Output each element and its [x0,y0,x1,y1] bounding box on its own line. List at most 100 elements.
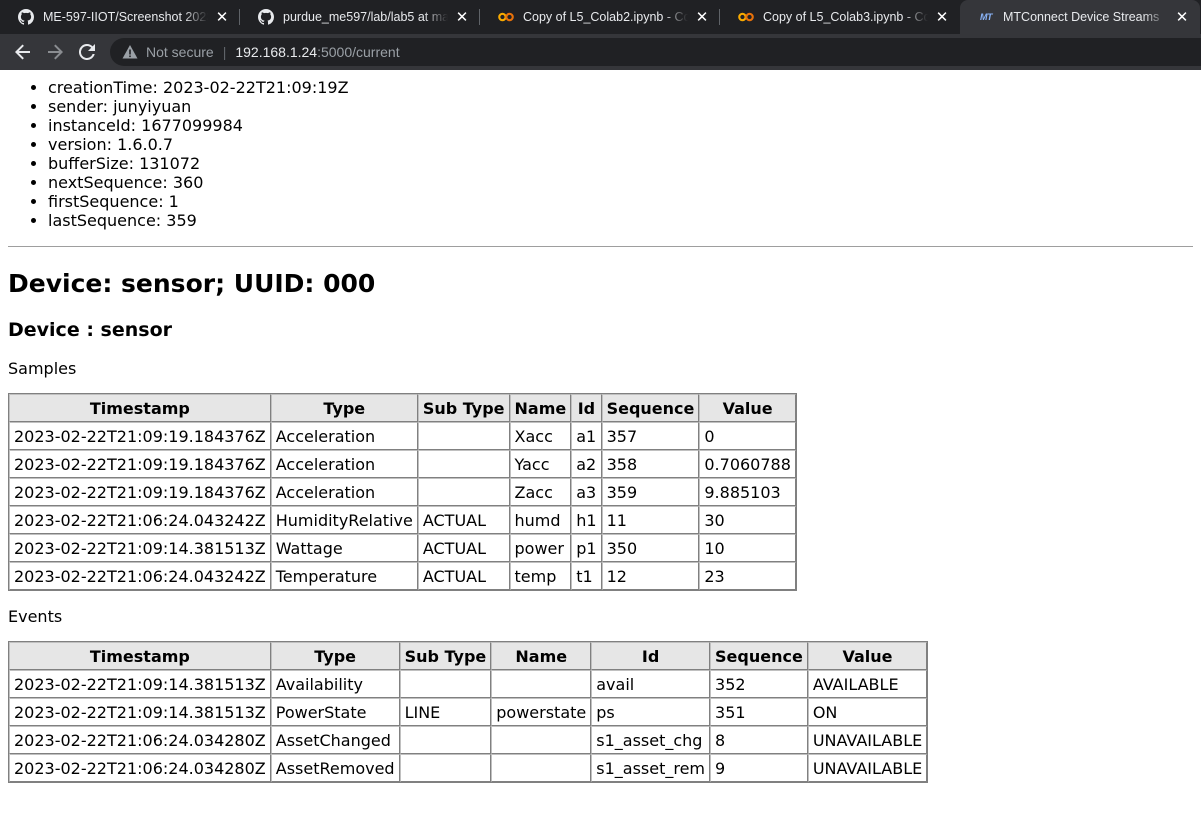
table-cell: Xacc [509,422,572,450]
table-cell: Temperature [270,562,418,590]
browser-tab[interactable]: Copy of L5_Colab2.ipynb - Colab ✕ [480,0,720,34]
table-cell: a2 [571,450,602,478]
table-row: 2023-02-22T21:06:24.034280Z AssetChanged s… [9,726,928,754]
forward-button[interactable] [40,37,70,67]
close-tab-icon[interactable]: ✕ [454,9,470,25]
column-header: Type [270,642,400,670]
table-cell: a1 [571,422,602,450]
table-cell [491,670,592,698]
url-path: :5000/current [317,44,400,60]
table-row: 2023-02-22T21:09:14.381513Z PowerState LIN… [9,698,928,726]
table-cell: Wattage [270,534,418,562]
table-cell: ACTUAL [417,562,510,590]
stream-header-item: version: 1.6.0.7 [48,135,1193,154]
column-header: Sub Type [399,642,492,670]
table-cell [399,726,492,754]
table-cell: 2023-02-22T21:09:19.184376Z [9,450,271,478]
mtconnect-logo-text: MT [980,12,993,22]
back-button[interactable] [8,37,38,67]
browser-tab[interactable]: ME-597-IIOT/Screenshot 2023-02- ✕ [0,0,240,34]
tab-strip: ME-597-IIOT/Screenshot 2023-02-✕purdue_m… [0,0,1201,34]
table-cell: 2023-02-22T21:06:24.043242Z [9,506,271,534]
stream-header-item: creationTime: 2023-02-22T21:09:19Z [48,78,1193,97]
table-cell: ps [591,698,711,726]
close-tab-icon[interactable]: ✕ [934,9,950,25]
tab-title: purdue_me597/lab/lab5 at main [283,10,448,24]
table-row: 2023-02-22T21:09:14.381513Z Wattage ACTUAL… [9,534,796,562]
table-cell: ACTUAL [417,506,510,534]
table-cell: 10 [699,534,796,562]
column-header: Name [509,394,572,422]
table-cell: UNAVAILABLE [807,754,928,782]
close-tab-icon[interactable]: ✕ [694,9,710,25]
column-header: Timestamp [9,642,271,670]
table-cell: 9 [710,754,808,782]
github-icon [258,9,274,25]
browser-tab[interactable]: MT MTConnect Device Streams ✕ [960,0,1200,34]
table-cell: 2023-02-22T21:09:19.184376Z [9,478,271,506]
column-header: Value [699,394,796,422]
tab-title: Copy of L5_Colab2.ipynb - Colab [523,10,688,24]
reload-icon [79,44,95,60]
back-arrow-icon [15,44,30,60]
url-host: 192.168.1.24 [235,44,318,60]
table-cell: 359 [601,478,700,506]
device-title: Device: sensor; UUID: 000 [8,269,376,298]
table-cell: 2023-02-22T21:06:24.034280Z [9,726,271,754]
table-row: 2023-02-22T21:09:19.184376Z Acceleration Y… [9,450,796,478]
table-cell: ACTUAL [417,534,510,562]
browser-tab[interactable]: purdue_me597/lab/lab5 at main ✕ [240,0,480,34]
close-tab-icon[interactable]: ✕ [214,9,230,25]
table-cell: Acceleration [270,422,418,450]
stream-header-item: firstSequence: 1 [48,192,1193,211]
browser-tab[interactable]: Copy of L5_Colab3.ipynb - Colab ✕ [720,0,960,34]
events-table: Timestamp Type Sub Type Name Id Sequence Value… [8,641,929,783]
table-cell: 352 [710,670,808,698]
table-cell: 0.7060788 [699,450,796,478]
omnibox-divider: | [222,44,227,60]
table-row: 2023-02-22T21:06:24.043242Z Temperature AC… [9,562,796,590]
tab-title: ME-597-IIOT/Screenshot 2023-02- [43,10,208,24]
column-header: Timestamp [9,394,271,422]
table-cell: powerstate [491,698,592,726]
events-label: Events [8,607,63,626]
table-row: 2023-02-22T21:06:24.034280Z AssetRemoved s… [9,754,928,782]
table-row: 2023-02-22T21:09:14.381513Z Availability a… [9,670,928,698]
reload-button[interactable] [72,37,102,67]
security-label[interactable]: Not secure [146,44,214,60]
table-cell: 2023-02-22T21:09:19.184376Z [9,422,271,450]
table-cell: HumidityRelative [270,506,418,534]
table-cell: AssetChanged [270,726,400,754]
close-tab-icon[interactable]: ✕ [1174,9,1190,25]
address-bar[interactable]: Not secure | 192.168.1.24:5000/current [110,38,1201,66]
column-header: Type [270,394,418,422]
table-cell: power [509,534,572,562]
page-content: creationTime: 2023-02-22T21:09:19Zsender… [0,78,1201,783]
table-cell [417,422,510,450]
tab-title: Copy of L5_Colab3.ipynb - Colab [763,10,928,24]
browser-toolbar: Not secure | 192.168.1.24:5000/current [0,34,1201,70]
table-cell: 351 [710,698,808,726]
table-cell: 30 [699,506,796,534]
table-cell: 2023-02-22T21:06:24.043242Z [9,562,271,590]
stream-header-item: instanceId: 1677099984 [48,116,1193,135]
table-cell: 350 [601,534,700,562]
github-icon [18,9,34,25]
table-row: 2023-02-22T21:06:24.043242Z HumidityRelat… [9,506,796,534]
column-header: Id [591,642,711,670]
table-cell: 357 [601,422,700,450]
device-subtitle: Device : sensor [8,319,172,341]
table-cell: AssetRemoved [270,754,400,782]
forward-arrow-icon [48,44,63,60]
table-cell: Yacc [509,450,572,478]
table-cell [399,754,492,782]
table-row: 2023-02-22T21:09:19.184376Z Acceleration Z… [9,478,796,506]
table-cell: LINE [399,698,492,726]
column-header: Name [491,642,592,670]
table-cell: 2023-02-22T21:09:14.381513Z [9,670,271,698]
table-cell: 11 [601,506,700,534]
column-header: Value [807,642,928,670]
stream-header-item: nextSequence: 360 [48,173,1193,192]
table-cell: humd [509,506,572,534]
table-cell: t1 [571,562,602,590]
